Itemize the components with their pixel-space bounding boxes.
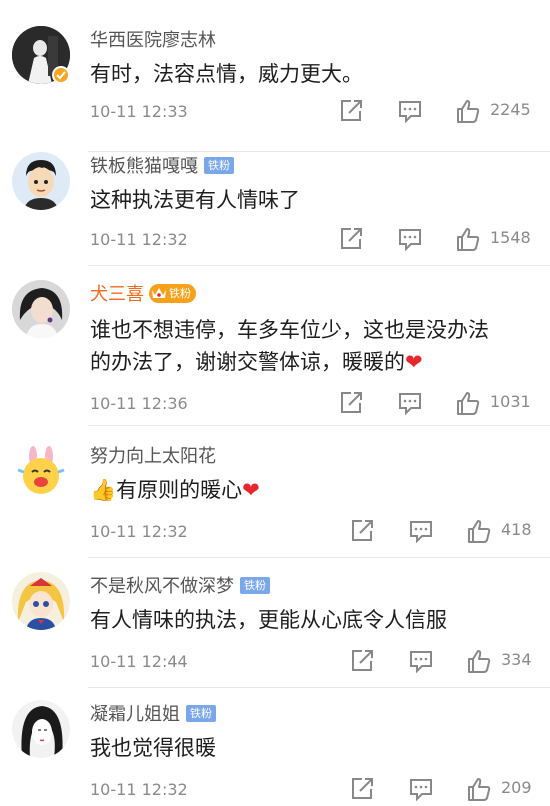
like-count: 1031 <box>490 392 531 411</box>
divider <box>88 687 550 688</box>
like-thumb-icon[interactable] <box>455 390 481 416</box>
reply-icon[interactable] <box>408 518 434 544</box>
avatar[interactable] <box>12 442 70 500</box>
comment-header: 不是秋风不做深梦 铁粉 <box>90 572 270 598</box>
fan-badge: 铁粉 <box>204 156 234 174</box>
username[interactable]: 凝霜儿姐姐 <box>90 700 180 726</box>
heart-emoji: ❤ <box>405 350 423 374</box>
comment-item: 不是秋风不做深梦 铁粉 有人情味的执法，更能从心底令人信服 10-11 12:4… <box>0 570 550 688</box>
comment-item: 犬三喜 铁粉 谁也不想违停，车多车位少，这也是没办法 的办法了，谢谢交警体谅，暖… <box>0 278 550 426</box>
comment-header: 华西医院廖志林 <box>90 26 216 52</box>
share-icon[interactable] <box>338 226 364 252</box>
comment-text: 我也觉得很暖 <box>90 736 216 760</box>
username[interactable]: 华西医院廖志林 <box>90 26 216 52</box>
share-icon[interactable] <box>349 648 375 674</box>
fan-badge: 铁粉 <box>186 704 216 722</box>
like-count: 334 <box>501 650 532 669</box>
comment-meta: 10-11 12:33 <box>90 98 550 124</box>
timestamp: 10-11 12:32 <box>90 521 188 541</box>
like-thumb-icon[interactable] <box>466 648 492 674</box>
comment-text: 这种执法更有人情味了 <box>90 188 300 212</box>
like-thumb-icon[interactable] <box>455 98 481 124</box>
thumbs-up-emoji: 👍 <box>90 478 117 502</box>
comment-header: 努力向上太阳花 <box>90 442 216 468</box>
reply-icon[interactable] <box>408 776 434 802</box>
avatar[interactable] <box>12 572 70 630</box>
crown-fan-badge: 铁粉 <box>149 283 196 303</box>
timestamp: 10-11 12:36 <box>90 393 188 413</box>
like-thumb-icon[interactable] <box>455 226 481 252</box>
comment-item: 凝霜儿姐姐 铁粉 我也觉得很暖 10-11 12:32 209 <box>0 700 550 806</box>
share-icon[interactable] <box>349 518 375 544</box>
share-icon[interactable] <box>338 98 364 124</box>
comment-meta: 10-11 12:36 <box>90 390 550 416</box>
like-count: 418 <box>501 520 532 539</box>
avatar[interactable] <box>12 700 70 758</box>
timestamp: 10-11 12:44 <box>90 651 188 671</box>
like-thumb-icon[interactable] <box>466 776 492 802</box>
comment-meta: 10-11 12:32 <box>90 226 550 252</box>
username[interactable]: 不是秋风不做深梦 <box>90 572 234 598</box>
username[interactable]: 铁板熊猫嘎嘎 <box>90 152 198 178</box>
like-count: 209 <box>501 778 532 797</box>
share-icon[interactable] <box>349 776 375 802</box>
crown-icon <box>152 288 166 298</box>
heart-emoji: ❤ <box>242 478 260 502</box>
username[interactable]: 努力向上太阳花 <box>90 442 216 468</box>
timestamp: 10-11 12:32 <box>90 229 188 249</box>
comment-header: 犬三喜 铁粉 <box>90 280 196 306</box>
comment-text: 有时，法容点情，威力更大。 <box>90 62 363 86</box>
reply-icon[interactable] <box>397 390 423 416</box>
comment-text: 谁也不想违停，车多车位少，这也是没办法 的办法了，谢谢交警体谅，暖暖的❤ <box>90 314 534 378</box>
fan-badge: 铁粉 <box>240 576 270 594</box>
divider <box>88 265 550 266</box>
divider <box>88 425 550 426</box>
share-icon[interactable] <box>338 390 364 416</box>
comment-text-line: 的办法了，谢谢交警体谅，暖暖的 <box>90 350 405 374</box>
comment-item: 华西医院廖志林 有时，法容点情，威力更大。 10-11 12:33 2245 <box>0 20 550 152</box>
comment-item: 努力向上太阳花 👍有原则的暖心❤ 10-11 12:32 418 <box>0 440 550 558</box>
fan-badge-label: 铁粉 <box>169 287 191 300</box>
verified-badge-icon <box>52 66 70 84</box>
avatar[interactable] <box>12 280 70 338</box>
divider <box>88 557 550 558</box>
comment-header: 铁板熊猫嘎嘎 铁粉 <box>90 152 234 178</box>
comment-text: 👍有原则的暖心❤ <box>90 474 534 506</box>
timestamp: 10-11 12:32 <box>90 779 188 799</box>
username[interactable]: 犬三喜 <box>90 280 144 306</box>
comment-text-content: 有原则的暖心 <box>116 478 243 502</box>
reply-icon[interactable] <box>397 226 423 252</box>
like-thumb-icon[interactable] <box>466 518 492 544</box>
timestamp: 10-11 12:33 <box>90 101 188 121</box>
comment-item: 铁板熊猫嘎嘎 铁粉 这种执法更有人情味了 10-11 12:32 1548 <box>0 152 550 266</box>
avatar[interactable] <box>12 152 70 210</box>
like-count: 1548 <box>490 228 531 247</box>
reply-icon[interactable] <box>397 98 423 124</box>
comment-text-line: 谁也不想违停，车多车位少，这也是没办法 <box>90 318 489 342</box>
reply-icon[interactable] <box>408 648 434 674</box>
comment-header: 凝霜儿姐姐 铁粉 <box>90 700 216 726</box>
comment-text: 有人情味的执法，更能从心底令人信服 <box>90 608 447 632</box>
like-count: 2245 <box>490 100 531 119</box>
